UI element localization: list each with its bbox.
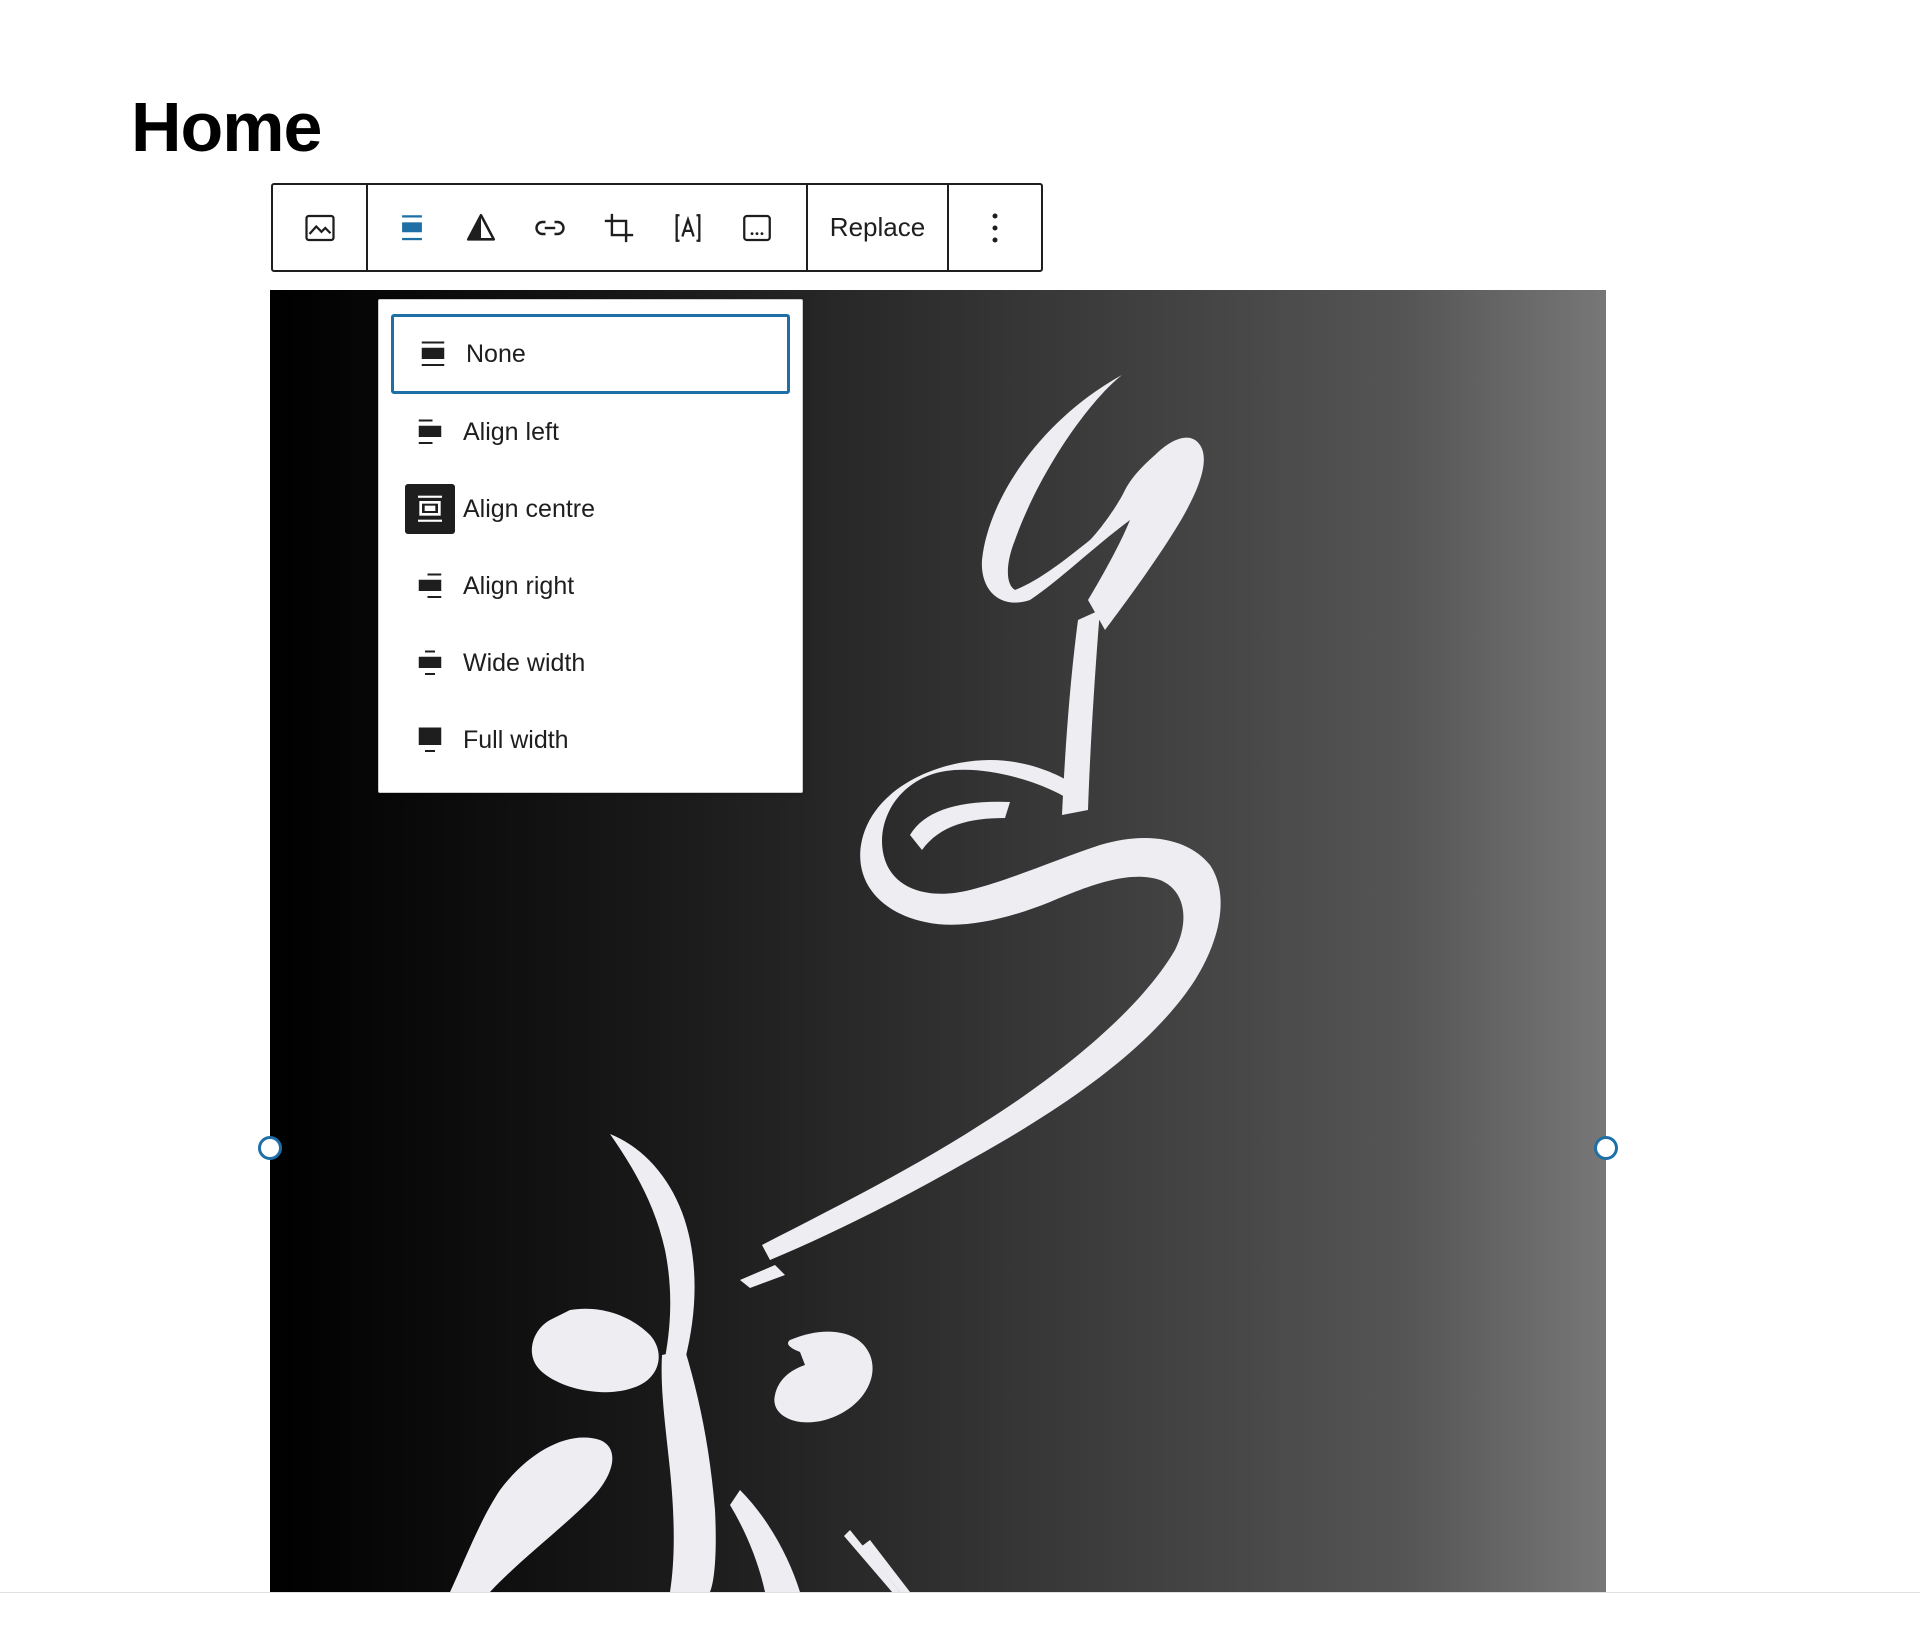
crop-button[interactable] <box>593 202 645 254</box>
menu-item-none[interactable]: None <box>391 314 790 394</box>
duotone-icon <box>466 213 496 241</box>
menu-item-full-width[interactable]: Full width <box>391 700 790 780</box>
align-button[interactable] <box>386 202 438 254</box>
menu-item-label: Align right <box>463 571 575 600</box>
vertical-ellipsis-icon <box>992 213 998 242</box>
toolbar-group-replace: Replace <box>806 185 947 270</box>
menu-item-wide-width[interactable]: Wide width <box>391 623 790 703</box>
block-toolbar: Replace <box>271 183 1043 272</box>
menu-item-label: Wide width <box>463 648 586 677</box>
align-left-icon <box>405 407 455 457</box>
toolbar-group-tools <box>366 185 806 270</box>
text-overlay-button[interactable] <box>662 202 714 254</box>
menu-item-label: Full width <box>463 725 569 754</box>
block-type-button[interactable] <box>294 202 346 254</box>
resize-handle-left[interactable] <box>258 1136 282 1160</box>
toolbar-group-more <box>947 185 1041 270</box>
align-dropdown-menu: None Align left Align centre Align right… <box>378 299 803 793</box>
align-wide-icon <box>405 638 455 688</box>
image-icon <box>304 214 335 241</box>
text-overlay-icon <box>675 213 701 242</box>
menu-item-label: Align centre <box>463 494 596 523</box>
crop-icon <box>604 213 634 242</box>
align-none-icon <box>408 329 458 379</box>
more-options-button[interactable] <box>973 202 1017 254</box>
menu-item-label: Align left <box>463 417 559 446</box>
menu-item-align-centre[interactable]: Align centre <box>391 469 790 549</box>
align-center-icon <box>405 484 455 534</box>
duotone-button[interactable] <box>455 202 507 254</box>
replace-button[interactable]: Replace <box>824 202 931 253</box>
resize-handle-right[interactable] <box>1594 1136 1618 1160</box>
align-right-icon <box>405 561 455 611</box>
toolbar-group-block-type <box>273 185 366 270</box>
link-icon <box>535 220 565 235</box>
page-title: Home <box>131 88 322 166</box>
alt-text-icon <box>743 214 771 241</box>
alt-text-button[interactable] <box>731 202 783 254</box>
menu-item-align-left[interactable]: Align left <box>391 392 790 472</box>
align-center-icon <box>402 214 422 240</box>
editor-bottom-divider <box>0 1592 1920 1593</box>
menu-item-label: None <box>466 339 526 368</box>
align-full-icon <box>405 715 455 765</box>
menu-item-align-right[interactable]: Align right <box>391 546 790 626</box>
link-button[interactable] <box>524 202 576 254</box>
